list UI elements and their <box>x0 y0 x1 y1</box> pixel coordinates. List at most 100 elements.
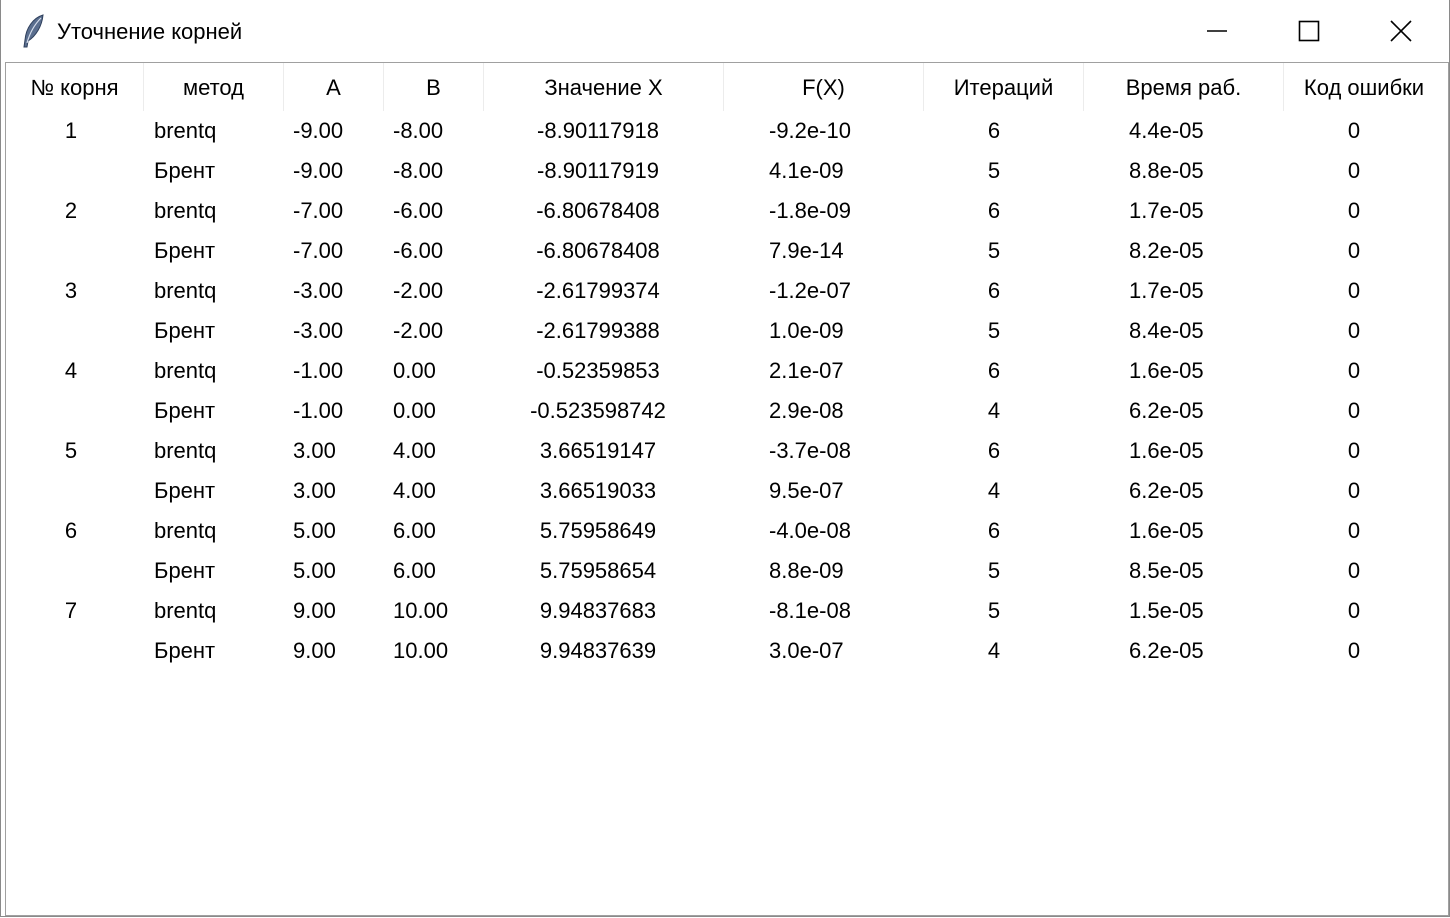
maximize-icon <box>1298 20 1320 42</box>
cell-b: -2.00 <box>393 318 444 343</box>
table-row[interactable]: Брент 3.00 4.00 3.66519033 9.5e-07 4 6.2e-05 0 <box>6 471 1448 511</box>
cell-fx: -4.0e-08 <box>769 518 851 543</box>
cell-iterations: 5 <box>987 598 1001 623</box>
cell-iterations: 5 <box>987 558 1001 583</box>
table-row[interactable]: 3 brentq -3.00 -2.00 -2.61799374 -1.2e-07 6 1.7… <box>6 271 1448 311</box>
cell-a: -9.00 <box>293 118 344 143</box>
table-row[interactable]: 1 brentq -9.00 -8.00 -8.90117918 -9.2e-10 6 4.4… <box>6 111 1448 151</box>
cell-method: brentq <box>154 278 217 303</box>
cell-a: -9.00 <box>293 158 344 183</box>
cell-root-number <box>6 231 136 271</box>
results-table[interactable]: № корня метод A B Значение X F(X) Итерац… <box>5 62 1449 916</box>
cell-error-code: 0 <box>1347 238 1361 263</box>
cell-root-number: 2 <box>64 198 78 223</box>
cell-iterations: 6 <box>987 358 1001 383</box>
cell-b: -2.00 <box>393 278 444 303</box>
cell-run-time: 8.5e-05 <box>1129 558 1204 583</box>
cell-method: Брент <box>154 558 216 583</box>
cell-error-code: 0 <box>1347 558 1361 583</box>
cell-method: brentq <box>154 198 217 223</box>
table-row[interactable]: 2 brentq -7.00 -6.00 -6.80678408 -1.8e-09 6 1.7… <box>6 191 1448 231</box>
cell-x-value: -8.90117918 <box>537 118 659 143</box>
column-header-run-time[interactable]: Время раб. <box>1084 63 1284 111</box>
cell-run-time: 1.5e-05 <box>1129 598 1204 623</box>
cell-method: Брент <box>154 158 216 183</box>
cell-a: 9.00 <box>293 598 336 623</box>
cell-b: 4.00 <box>393 438 436 463</box>
cell-run-time: 6.2e-05 <box>1129 638 1204 663</box>
cell-fx: -1.8e-09 <box>769 198 851 223</box>
cell-error-code: 0 <box>1347 318 1361 343</box>
cell-b: 4.00 <box>393 478 436 503</box>
cell-b: 0.00 <box>393 358 436 383</box>
cell-fx: 9.5e-07 <box>769 478 844 503</box>
table-row[interactable]: Брент 5.00 6.00 5.75958654 8.8e-09 5 8.5e-05 0 <box>6 551 1448 591</box>
cell-x-value: -2.61799388 <box>536 318 660 343</box>
cell-a: -3.00 <box>293 318 344 343</box>
close-icon <box>1390 20 1412 42</box>
cell-method: Брент <box>154 238 216 263</box>
table-row[interactable]: Брент -9.00 -8.00 -8.90117919 4.1e-09 5 8.8e-0… <box>6 151 1448 191</box>
column-header-fx[interactable]: F(X) <box>724 63 924 111</box>
app-window: Уточнение корней № корня метод A B Значе… <box>0 0 1450 917</box>
cell-method: brentq <box>154 118 217 143</box>
cell-error-code: 0 <box>1347 158 1361 183</box>
column-header-x-value[interactable]: Значение X <box>484 63 724 111</box>
cell-run-time: 6.2e-05 <box>1129 478 1204 503</box>
cell-b: 6.00 <box>393 518 436 543</box>
cell-error-code: 0 <box>1347 398 1361 423</box>
table-row[interactable]: Брент -1.00 0.00 -0.523598742 2.9e-08 4 6.2e-0… <box>6 391 1448 431</box>
column-header-method[interactable]: метод <box>144 63 284 111</box>
table-row[interactable]: Брент -7.00 -6.00 -6.80678408 7.9e-14 5 8.2e-0… <box>6 231 1448 271</box>
cell-b: -8.00 <box>393 118 444 143</box>
table-row[interactable]: 5 brentq 3.00 4.00 3.66519147 -3.7e-08 6 1.6e-0… <box>6 431 1448 471</box>
table-row[interactable]: Брент 9.00 10.00 9.94837639 3.0e-07 4 6.2e-05 0 <box>6 631 1448 671</box>
table-row[interactable]: 4 brentq -1.00 0.00 -0.52359853 2.1e-07 6 1.6e-… <box>6 351 1448 391</box>
cell-error-code: 0 <box>1347 118 1361 143</box>
cell-b: -6.00 <box>393 238 444 263</box>
cell-error-code: 0 <box>1347 478 1361 503</box>
cell-run-time: 1.6e-05 <box>1129 358 1204 383</box>
minimize-button[interactable] <box>1171 0 1263 62</box>
table-row[interactable]: Брент -3.00 -2.00 -2.61799388 1.0e-09 5 8.4e-0… <box>6 311 1448 351</box>
close-button[interactable] <box>1355 0 1447 62</box>
column-header-b[interactable]: B <box>384 63 484 111</box>
cell-x-value: 5.75958654 <box>539 558 657 583</box>
title-bar[interactable]: Уточнение корней <box>1 0 1449 62</box>
cell-iterations: 4 <box>987 478 1001 503</box>
cell-x-value: -2.61799374 <box>536 278 660 303</box>
cell-x-value: 9.94837639 <box>539 638 657 663</box>
window-title: Уточнение корней <box>57 19 243 44</box>
column-header-iterations[interactable]: Итераций <box>924 63 1084 111</box>
cell-root-number <box>6 551 136 591</box>
cell-a: -1.00 <box>293 358 344 383</box>
cell-root-number: 3 <box>64 278 78 303</box>
maximize-button[interactable] <box>1263 0 1355 62</box>
cell-error-code: 0 <box>1347 638 1361 663</box>
cell-method: Брент <box>154 398 216 423</box>
cell-a: 9.00 <box>293 638 336 663</box>
cell-a: 5.00 <box>293 518 336 543</box>
cell-a: -1.00 <box>293 398 344 423</box>
cell-root-number: 1 <box>64 118 78 143</box>
feather-icon <box>21 14 47 48</box>
table-row[interactable]: 7 brentq 9.00 10.00 9.94837683 -8.1e-08 5 1.5e-… <box>6 591 1448 631</box>
cell-root-number <box>6 151 136 191</box>
column-header-a[interactable]: A <box>284 63 384 111</box>
cell-root-number: 4 <box>64 358 78 383</box>
cell-method: Брент <box>154 478 216 503</box>
cell-iterations: 6 <box>987 278 1001 303</box>
cell-iterations: 6 <box>987 438 1001 463</box>
cell-error-code: 0 <box>1347 438 1361 463</box>
cell-a: 5.00 <box>293 558 336 583</box>
cell-x-value: 5.75958649 <box>539 518 657 543</box>
cell-error-code: 0 <box>1347 358 1361 383</box>
cell-b: 10.00 <box>393 598 449 623</box>
table-header: № корня метод A B Значение X F(X) Итерац… <box>6 63 1448 111</box>
cell-method: Брент <box>154 638 216 663</box>
column-header-error-code[interactable]: Код ошибки <box>1284 63 1444 111</box>
cell-method: brentq <box>154 358 217 383</box>
table-row[interactable]: 6 brentq 5.00 6.00 5.75958649 -4.0e-08 6 1.6e-0… <box>6 511 1448 551</box>
column-header-root-number[interactable]: № корня <box>6 63 144 111</box>
cell-fx: 1.0e-09 <box>769 318 844 343</box>
